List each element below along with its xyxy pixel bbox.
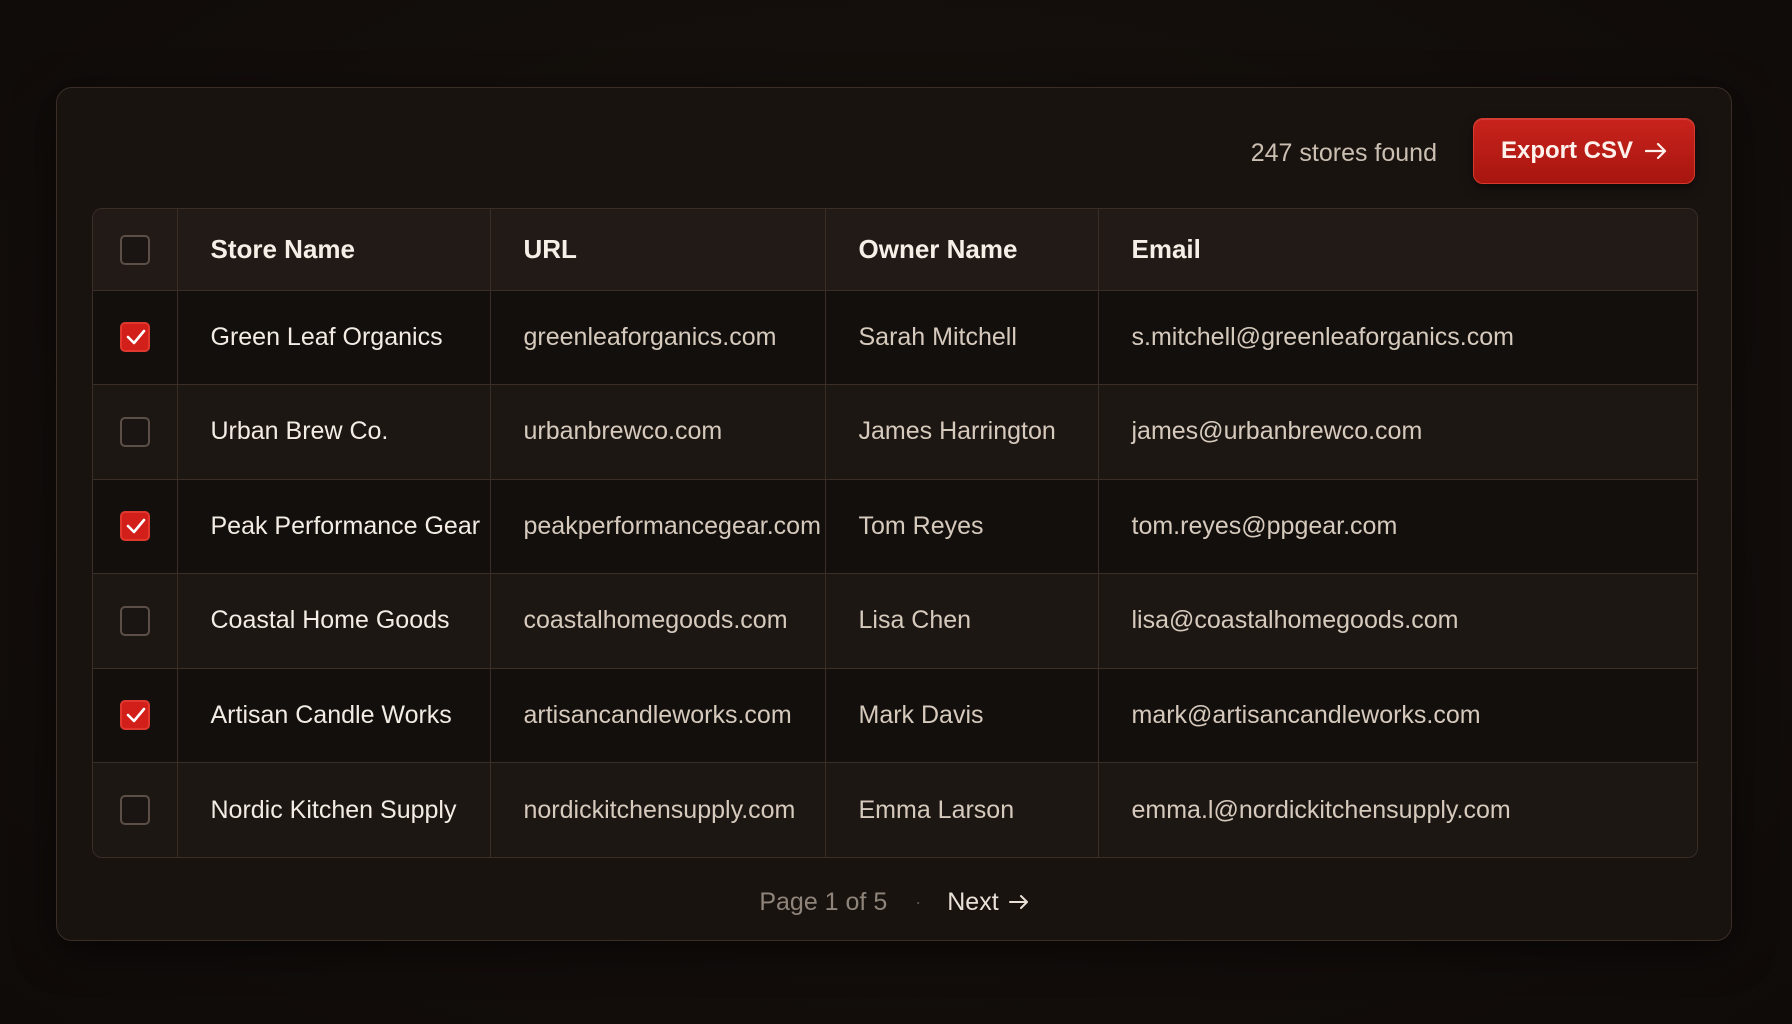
url-cell[interactable]: urbanbrewco.com (490, 384, 826, 480)
row-checkbox[interactable] (119, 795, 150, 826)
row-select-cell (93, 762, 178, 857)
email-cell[interactable]: emma.l@nordickitchensupply.com (1098, 763, 1697, 858)
email-cell[interactable]: s.mitchell@greenleaforganics.com (1098, 290, 1697, 385)
row-checkbox[interactable] (119, 511, 150, 542)
store-name-cell: Nordic Kitchen Supply (177, 762, 491, 857)
url-cell[interactable]: peakperformancegear.com (490, 479, 826, 574)
owner-name-cell: Mark Davis (825, 668, 1099, 763)
row-select-cell (93, 290, 178, 385)
row-select-cell (93, 479, 178, 574)
row-select-cell (93, 573, 178, 669)
stores-table: Store Name URL Owner Name Email Green Le… (92, 208, 1698, 858)
email-cell[interactable]: james@urbanbrewco.com (1098, 384, 1697, 480)
select-all-checkbox[interactable] (119, 235, 150, 266)
row-select-cell (93, 384, 178, 480)
stores-panel: 247 stores found Export CSV Store Name U… (56, 87, 1732, 941)
table-row[interactable]: Nordic Kitchen Supply nordickitchensuppl… (93, 762, 1697, 858)
column-header-owner-name[interactable]: Owner Name (825, 209, 1099, 291)
store-name-cell: Peak Performance Gear (177, 479, 491, 574)
table-row[interactable]: Peak Performance Gear peakperformancegea… (93, 479, 1697, 574)
table-header-row: Store Name URL Owner Name Email (93, 209, 1697, 291)
column-header-email[interactable]: Email (1098, 209, 1697, 291)
row-checkbox[interactable] (119, 322, 150, 353)
arrow-right-icon (1008, 888, 1029, 917)
select-all-cell (93, 209, 178, 291)
store-name-cell: Coastal Home Goods (177, 573, 491, 669)
owner-name-cell: James Harrington (825, 384, 1099, 480)
export-csv-label: Export CSV (1500, 137, 1634, 164)
result-count: 247 stores found (1250, 139, 1437, 167)
store-name-cell: Artisan Candle Works (177, 668, 491, 763)
table-row[interactable]: Green Leaf Organics greenleaforganics.co… (93, 290, 1697, 385)
next-page-label: Next (947, 888, 999, 916)
table-row[interactable]: Urban Brew Co. urbanbrewco.com James Har… (93, 384, 1697, 480)
row-checkbox[interactable] (119, 416, 150, 447)
owner-name-cell: Emma Larson (825, 762, 1099, 857)
table-row[interactable]: Coastal Home Goods coastalhomegoods.com … (93, 573, 1697, 669)
column-header-url[interactable]: URL (490, 209, 826, 291)
page-indicator: Page 1 of 5 (759, 888, 888, 916)
url-cell[interactable]: greenleaforganics.com (490, 290, 826, 385)
column-header-store-name[interactable]: Store Name (177, 209, 491, 291)
owner-name-cell: Lisa Chen (825, 573, 1099, 669)
email-cell[interactable]: lisa@coastalhomegoods.com (1098, 573, 1697, 669)
url-cell[interactable]: nordickitchensupply.com (490, 762, 826, 857)
url-cell[interactable]: artisancandleworks.com (490, 668, 826, 763)
url-cell[interactable]: coastalhomegoods.com (490, 573, 826, 669)
table-row[interactable]: Artisan Candle Works artisancandleworks.… (93, 668, 1697, 763)
export-csv-button[interactable]: Export CSV (1473, 118, 1695, 184)
toolbar: 247 stores found Export CSV (57, 88, 1731, 218)
owner-name-cell: Tom Reyes (825, 479, 1099, 574)
owner-name-cell: Sarah Mitchell (825, 290, 1099, 385)
pagination: Page 1 of 5 · Next (57, 888, 1731, 917)
row-checkbox[interactable] (119, 605, 150, 636)
store-name-cell: Urban Brew Co. (177, 384, 491, 480)
next-page-link[interactable]: Next (947, 888, 1028, 917)
store-name-cell: Green Leaf Organics (177, 290, 491, 385)
row-checkbox[interactable] (119, 700, 150, 731)
pagination-separator: · (915, 892, 922, 912)
arrow-right-icon (1645, 143, 1667, 159)
row-select-cell (93, 668, 178, 763)
email-cell[interactable]: mark@artisancandleworks.com (1098, 668, 1697, 763)
email-cell[interactable]: tom.reyes@ppgear.com (1098, 479, 1697, 574)
